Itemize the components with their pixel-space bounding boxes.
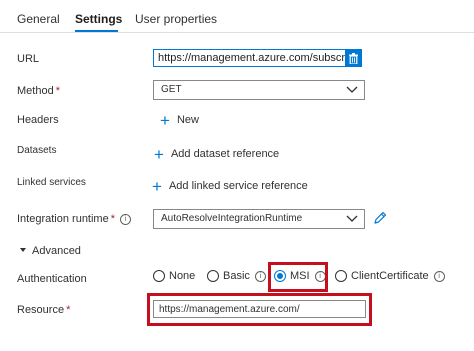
radio-button[interactable]	[335, 270, 347, 282]
resource-label: Resource *	[17, 304, 71, 316]
info-icon[interactable]: i	[433, 271, 445, 282]
add-header-button[interactable]: + New	[160, 112, 199, 129]
tab-settings[interactable]: Settings	[75, 12, 122, 26]
integration-runtime-value: AutoResolveIntegrationRuntime	[161, 213, 303, 224]
radio-button[interactable]	[207, 270, 219, 282]
add-linked-service-reference-button[interactable]: + Add linked service reference	[152, 178, 308, 195]
method-label: Method *	[17, 85, 60, 97]
advanced-label: Advanced	[32, 245, 81, 257]
method-dropdown[interactable]: GET	[153, 80, 365, 100]
auth-option-clientcertificate[interactable]: ClientCertificate i	[335, 270, 445, 282]
datasets-label: Datasets	[17, 145, 57, 156]
tab-user-properties[interactable]: User properties	[135, 12, 217, 26]
caret-down-icon	[20, 248, 26, 252]
advanced-toggle[interactable]: Advanced	[19, 245, 81, 257]
trash-icon	[348, 52, 358, 64]
url-input[interactable]	[154, 50, 349, 66]
required-marker: *	[66, 304, 71, 316]
integration-runtime-dropdown[interactable]: AutoResolveIntegrationRuntime	[153, 209, 365, 229]
plus-icon: +	[152, 177, 162, 196]
integration-runtime-label: Integration runtime * i	[17, 213, 131, 225]
pencil-icon	[374, 211, 387, 224]
tab-general[interactable]: General	[17, 12, 60, 26]
add-dataset-reference-button[interactable]: + Add dataset reference	[154, 146, 279, 163]
plus-icon: +	[160, 111, 170, 130]
info-icon[interactable]: i	[120, 214, 131, 225]
plus-icon: +	[154, 145, 164, 164]
authentication-label: Authentication	[17, 273, 87, 285]
required-marker: *	[55, 85, 60, 97]
headers-label: Headers	[17, 114, 59, 126]
tabs-divider	[0, 32, 474, 33]
url-field[interactable]	[153, 49, 362, 67]
auth-option-none[interactable]: None	[153, 270, 195, 282]
required-marker: *	[110, 213, 115, 225]
edit-integration-runtime-button[interactable]	[372, 210, 388, 226]
msi-highlight-box	[268, 262, 328, 292]
method-value: GET	[161, 84, 182, 95]
auth-option-basic[interactable]: Basic i	[207, 270, 266, 282]
radio-button[interactable]	[153, 270, 165, 282]
linked-services-label: Linked services	[17, 177, 86, 188]
info-icon[interactable]: i	[254, 271, 266, 282]
chevron-down-icon	[346, 215, 358, 222]
resource-highlight-box	[147, 293, 372, 326]
chevron-down-icon	[346, 86, 358, 93]
url-label: URL	[17, 53, 40, 65]
url-delete-button[interactable]	[345, 50, 361, 66]
